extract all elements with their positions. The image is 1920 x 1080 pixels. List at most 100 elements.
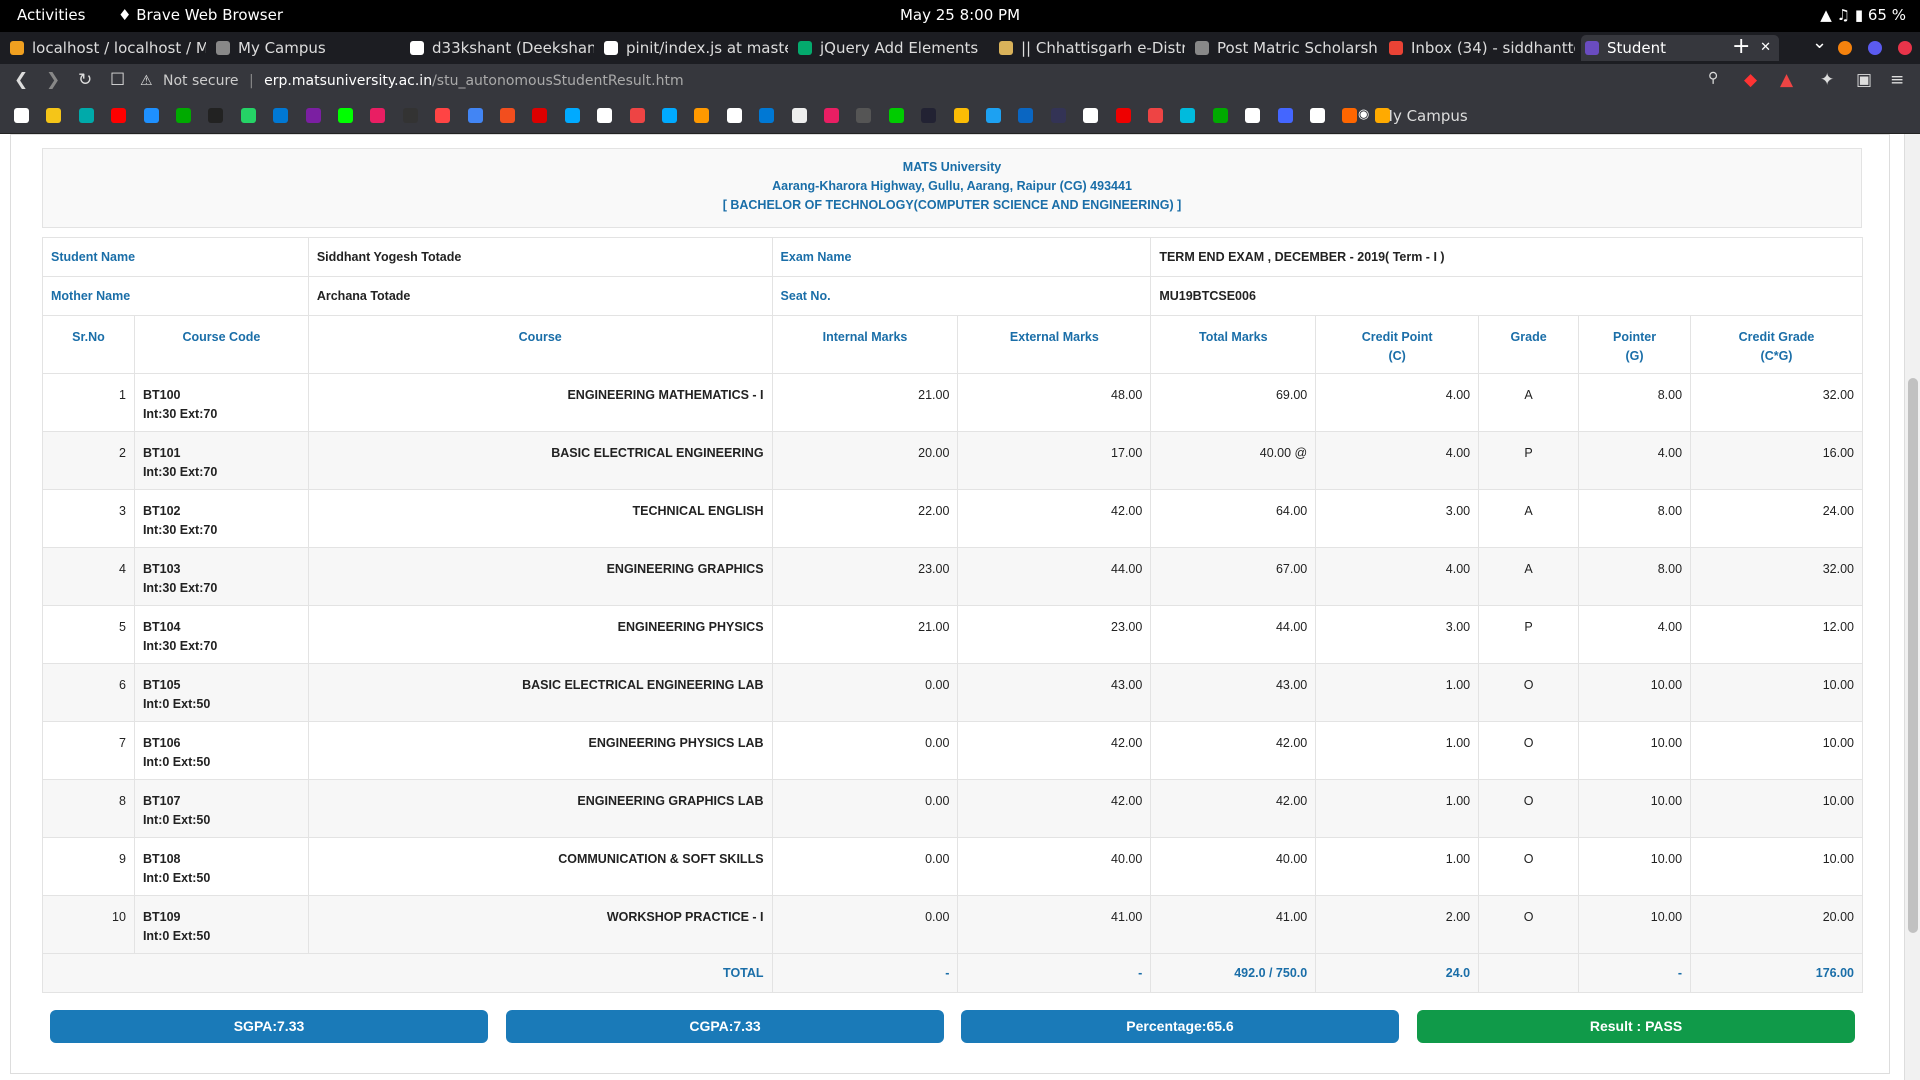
bookmark-favicon-icon[interactable] (888, 108, 904, 123)
bookmark-favicon-icon[interactable] (46, 108, 62, 123)
address-bar[interactable]: ⚠ Not secure | erp.matsuniversity.ac.in/… (140, 68, 1740, 94)
wallet-icon[interactable]: ▣ (1856, 70, 1872, 90)
browser-tab[interactable]: || Chhattisgarh e-Distr (995, 35, 1185, 61)
percentage-button[interactable]: Percentage:65.6 (961, 1010, 1399, 1043)
mother-name-row: Mother Name Archana Totade Seat No. MU19… (42, 276, 1863, 316)
bookmark-favicon-icon[interactable] (78, 108, 94, 123)
bookmark-favicon-icon[interactable] (759, 108, 775, 123)
bookmark-favicon-icon[interactable] (1050, 108, 1066, 123)
bookmark-favicon-icon[interactable] (305, 108, 321, 123)
tab-list-chevron-icon[interactable]: ⌄ (1812, 32, 1827, 53)
bookmark-favicon-icon[interactable] (629, 108, 645, 123)
result-button[interactable]: Result : PASS (1417, 1010, 1855, 1043)
marks-split: Int:30 Ext:70 (142, 639, 218, 653)
bookmark-favicon-icon[interactable] (953, 108, 969, 123)
browser-tab[interactable]: My Campus (212, 35, 400, 61)
bookmark-favicon-icon[interactable] (791, 108, 807, 123)
brave-rewards-icon[interactable]: ▲ (1780, 70, 1793, 90)
row-credit: 3.00 (1315, 605, 1480, 664)
bookmark-favicon-icon[interactable] (1083, 108, 1099, 123)
browser-tab[interactable]: jQuery Add Elements (794, 35, 989, 61)
browser-tab[interactable]: Post Matric Scholarshi (1191, 35, 1379, 61)
bookmark-favicon-icon[interactable] (856, 108, 872, 123)
bookmark-favicon-icon[interactable] (726, 108, 742, 123)
scrollbar-thumb[interactable] (1908, 378, 1918, 933)
bookmark-favicon-icon[interactable] (564, 108, 580, 123)
minimize-icon[interactable] (1838, 41, 1852, 55)
bookmark-favicon-icon[interactable] (1148, 108, 1163, 123)
extensions-icon[interactable]: ✦ (1820, 70, 1834, 90)
bookmarks-bar: ◉ My Campus (0, 98, 1920, 134)
bookmark-favicon-icon[interactable] (273, 108, 289, 123)
total-grade (1478, 953, 1580, 993)
bookmark-favicon-icon[interactable] (824, 108, 839, 123)
bookmark-favicon-icon[interactable] (1342, 108, 1358, 123)
bookmark-favicon-icon[interactable] (921, 108, 937, 123)
maximize-icon[interactable] (1868, 41, 1882, 55)
col-grade: Grade (1478, 315, 1580, 374)
page-scrollbar[interactable] (1904, 134, 1920, 1080)
security-status: Not secure (163, 73, 239, 89)
bookmark-favicon-icon[interactable] (597, 108, 613, 123)
new-tab-icon[interactable]: + (1732, 34, 1750, 59)
bookmark-favicon-icon[interactable] (402, 108, 418, 123)
bookmark-favicon-icon[interactable] (1212, 108, 1228, 123)
sgpa-button[interactable]: SGPA:7.33 (50, 1010, 488, 1043)
bookmark-favicon-icon[interactable] (435, 108, 451, 123)
col-credit-label: Credit Point (1361, 330, 1433, 344)
bookmark-favicon-icon[interactable] (338, 108, 353, 123)
close-tab-icon[interactable]: ✕ (1760, 35, 1771, 61)
bookmark-favicon-icon[interactable] (986, 108, 1001, 123)
bookmark-my-campus[interactable]: My Campus (1380, 107, 1468, 125)
bookmark-icon[interactable]: ☐ (110, 70, 125, 90)
browser-tab[interactable]: localhost / localhost / M (6, 35, 206, 61)
seat-no-label: Seat No. (771, 276, 1152, 316)
bookmark-favicon-icon[interactable] (14, 108, 29, 123)
clock[interactable]: May 25 8:00 PM (0, 6, 1920, 24)
forward-icon[interactable]: ❯ (46, 70, 60, 90)
bookmark-favicon-icon[interactable] (467, 108, 483, 123)
row-external: 48.00 (957, 373, 1152, 432)
bookmark-favicon-icon[interactable] (240, 108, 256, 123)
bookmark-favicon-icon[interactable] (532, 108, 548, 123)
row-external: 40.00 (957, 837, 1152, 896)
brave-shields-icon[interactable]: ◆ (1744, 70, 1757, 90)
bookmark-favicon-icon[interactable] (500, 108, 515, 123)
cgpa-button[interactable]: CGPA:7.33 (506, 1010, 944, 1043)
row-credit-grade: 10.00 (1690, 837, 1863, 896)
row-external: 43.00 (957, 663, 1152, 722)
row-total: 41.00 (1150, 895, 1317, 954)
bookmark-favicon-icon[interactable] (1245, 108, 1261, 123)
battery-icon: ▮ (1854, 6, 1864, 24)
browser-tab[interactable]: pinit/index.js at master (600, 35, 788, 61)
row-course-name: BASIC ELECTRICAL ENGINEERING (307, 431, 773, 490)
bookmark-favicon-icon[interactable] (1277, 108, 1293, 123)
browser-tab[interactable]: d33kshant (Deekshant (406, 35, 594, 61)
bookmark-favicon-icon[interactable] (370, 108, 386, 123)
back-icon[interactable]: ❮ (14, 70, 28, 90)
bookmark-favicon-icon[interactable] (1310, 108, 1325, 123)
system-top-bar: Activities ♦ Brave Web Browser May 25 8:… (0, 0, 1920, 32)
browser-tab[interactable]: Inbox (34) - siddhantto (1385, 35, 1575, 61)
row-total: 44.00 (1150, 605, 1317, 664)
bookmark-favicon-icon[interactable] (1115, 108, 1131, 123)
bookmark-favicon-icon[interactable] (1374, 108, 1390, 123)
bookmark-favicon-icon[interactable] (694, 108, 710, 123)
bookmark-favicon-icon[interactable] (176, 108, 191, 123)
bookmark-favicon-icon[interactable] (1018, 108, 1034, 123)
bookmark-favicon-icon[interactable] (143, 108, 159, 123)
bookmark-favicon-icon[interactable] (111, 108, 127, 123)
row-srno: 10 (42, 895, 135, 954)
row-course-code: BT105 Int:0 Ext:50 (133, 663, 309, 722)
close-window-icon[interactable] (1898, 41, 1912, 55)
zoom-icon[interactable]: ⚲ (1708, 70, 1718, 86)
row-grade: O (1478, 779, 1580, 838)
row-pointer: 8.00 (1578, 547, 1692, 606)
url-host: erp.matsuniversity.ac.in (264, 73, 433, 89)
system-tray[interactable]: ▲ ♫ ▮ 65 % (1820, 6, 1906, 24)
bookmark-favicon-icon[interactable] (208, 108, 224, 123)
menu-icon[interactable]: ≡ (1890, 70, 1904, 90)
reload-icon[interactable]: ↻ (78, 70, 92, 90)
bookmark-favicon-icon[interactable] (1180, 108, 1196, 123)
bookmark-favicon-icon[interactable] (662, 108, 677, 123)
